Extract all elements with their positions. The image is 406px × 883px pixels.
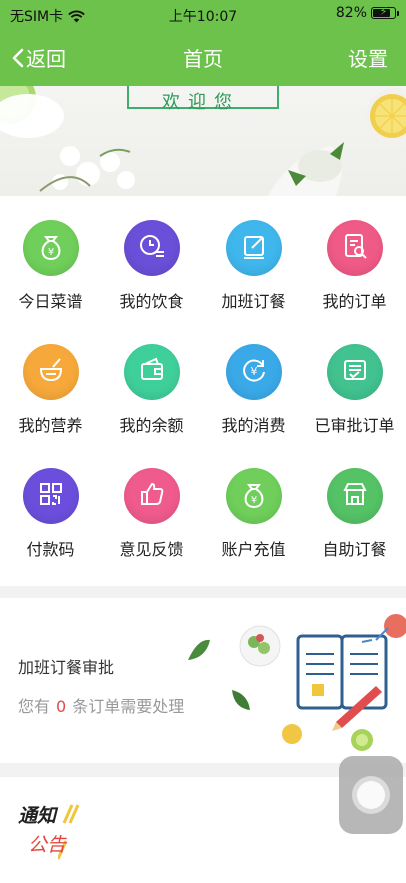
grid-item-icon-wrap [123,344,180,400]
yen-refresh-icon: ¥ [238,354,270,390]
grid-item-label: 账户充值 [221,540,286,559]
bolt-icon: ⚡ [379,5,388,18]
welcome-text: 欢迎您 [162,92,240,113]
money-bag-icon: ¥ [35,230,67,266]
grid-item-label: 付款码 [26,540,75,559]
grid-item-icon-wrap [123,468,180,524]
grid-item-9[interactable]: 付款码 [0,468,101,560]
grid-item-7[interactable]: ¥ 我的消费 [203,344,304,436]
grid-item-icon-wrap: ¥ [22,220,79,276]
grid-item-4[interactable]: 我的订单 [304,220,405,312]
notice-title: 通知 [18,805,57,827]
grid-item-label: 我的消费 [221,416,286,435]
battery-icon: ⚡ [371,5,399,19]
grid-item-3[interactable]: 加班订餐 [203,220,304,312]
approval-title: 加班订餐审批 [18,658,115,677]
approval-illustration [188,614,406,751]
document-search-icon [339,230,371,266]
grid-item-icon-wrap: ¥ [225,344,282,400]
nav-bar: 返回 首页 设置 [0,28,406,86]
grid-item-label: 自助订餐 [322,540,387,559]
approval-desc-prefix: 您有 [18,697,51,716]
grid-item-label: 我的订单 [322,292,387,311]
grid-item-label: 我的营养 [18,416,83,435]
grid-item-12[interactable]: 自助订餐 [304,468,405,560]
svg-text:¥: ¥ [250,495,256,506]
grid-item-icon-wrap [22,468,79,524]
welcome-banner: 欢迎您 [0,86,406,196]
thumbs-up-icon [136,478,168,514]
wallet-icon [136,354,168,390]
feature-grid: ¥ 今日菜谱 我的饮食 加班订餐 我的订单我的营养 我的余额 ¥ 我的消费 已审批订单付款码 意见… [0,196,406,586]
grid-item-2[interactable]: 我的饮食 [101,220,202,312]
grid-item-icon-wrap [326,220,383,276]
approval-desc: 您有 0 条订单需要处理 [18,693,184,717]
grid-item-icon-wrap [225,220,282,276]
grid-item-label: 今日菜谱 [18,292,83,311]
clock-list-icon [136,230,168,266]
grid-item-icon-wrap: ¥ [225,468,282,524]
grid-item-icon-wrap [22,344,79,400]
shop-icon [339,478,371,514]
edit-icon [238,230,270,266]
battery-percent: 82% [335,5,367,21]
qr-code-icon [35,478,67,514]
grid-item-10[interactable]: 意见反馈 [101,468,202,560]
grid-item-5[interactable]: 我的营养 [0,344,101,436]
grid-item-icon-wrap [326,468,383,524]
assistive-ring [352,776,390,814]
grid-item-label: 已审批订单 [314,416,395,435]
grid-item-6[interactable]: 我的余额 [101,344,202,436]
approval-desc-suffix: 条订单需要处理 [72,697,185,716]
notice-subtitle: 公告 [28,834,67,856]
grid-item-label: 我的余额 [119,416,184,435]
svg-text:¥: ¥ [250,365,257,378]
svg-text:¥: ¥ [47,247,53,258]
grid-item-8[interactable]: 已审批订单 [304,344,405,436]
grid-item-label: 我的饮食 [119,292,184,311]
grid-item-label: 意见反馈 [119,540,184,559]
grid-item-11[interactable]: ¥ 账户充值 [203,468,304,560]
status-right: 82% ⚡ [335,5,399,21]
approved-list-icon [339,354,371,390]
page-title: 首页 [183,47,223,71]
bowl-icon [35,354,67,390]
grid-item-1[interactable]: ¥ 今日菜谱 [0,220,101,312]
approval-card[interactable]: 加班订餐审批 您有 0 条订单需要处理 [0,598,406,763]
money-bag-icon: ¥ [238,478,270,514]
assistive-touch-button[interactable] [339,756,403,834]
grid-item-label: 加班订餐 [221,292,286,311]
grid-item-icon-wrap [326,344,383,400]
approval-count: 0 [56,697,67,716]
status-bar: 无SIM卡 上午10:07 82% ⚡ [0,0,406,28]
settings-button[interactable]: 设置 [348,43,388,72]
grid-item-icon-wrap [123,220,180,276]
